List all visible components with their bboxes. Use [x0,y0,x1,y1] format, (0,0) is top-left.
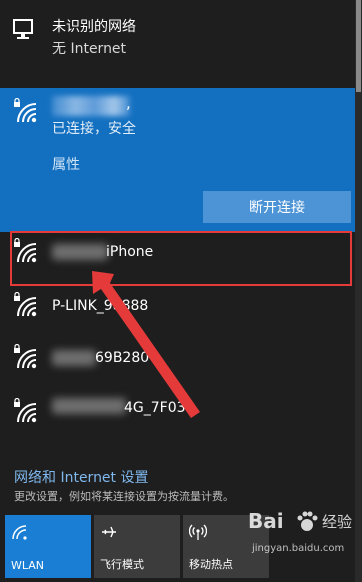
watermark-brand: Bai [248,509,284,533]
network-settings-description: 更改设置，例如将某连接设置为按流量计费。 [14,490,234,503]
watermark-brand-suffix: 经验 [322,513,353,531]
network-settings-link[interactable]: 网络和 Internet 设置 [14,467,149,487]
paw-logo-icon [297,511,318,531]
scrollbar-thumb[interactable] [356,0,361,92]
network-flyout: 未识别的网络 无 Internet , 已连接，安全 属性 断开连接 iPhon… [0,0,362,582]
watermark-url: jingyan.baidu.com [252,543,345,554]
quick-action-wlan[interactable]: WLAN [5,515,91,578]
airplane-icon [102,526,116,538]
quick-action-label: WLAN [11,559,45,572]
quick-action-label: 移动热点 [189,558,233,571]
baidu-jingyan-watermark: Bai 经验 jingyan.baidu.com [248,509,360,571]
quick-action-label: 飞行模式 [100,558,144,571]
quick-action-airplane-mode[interactable]: 飞行模式 [94,515,180,578]
wifi-icon [12,525,27,540]
hotspot-icon [189,524,207,540]
